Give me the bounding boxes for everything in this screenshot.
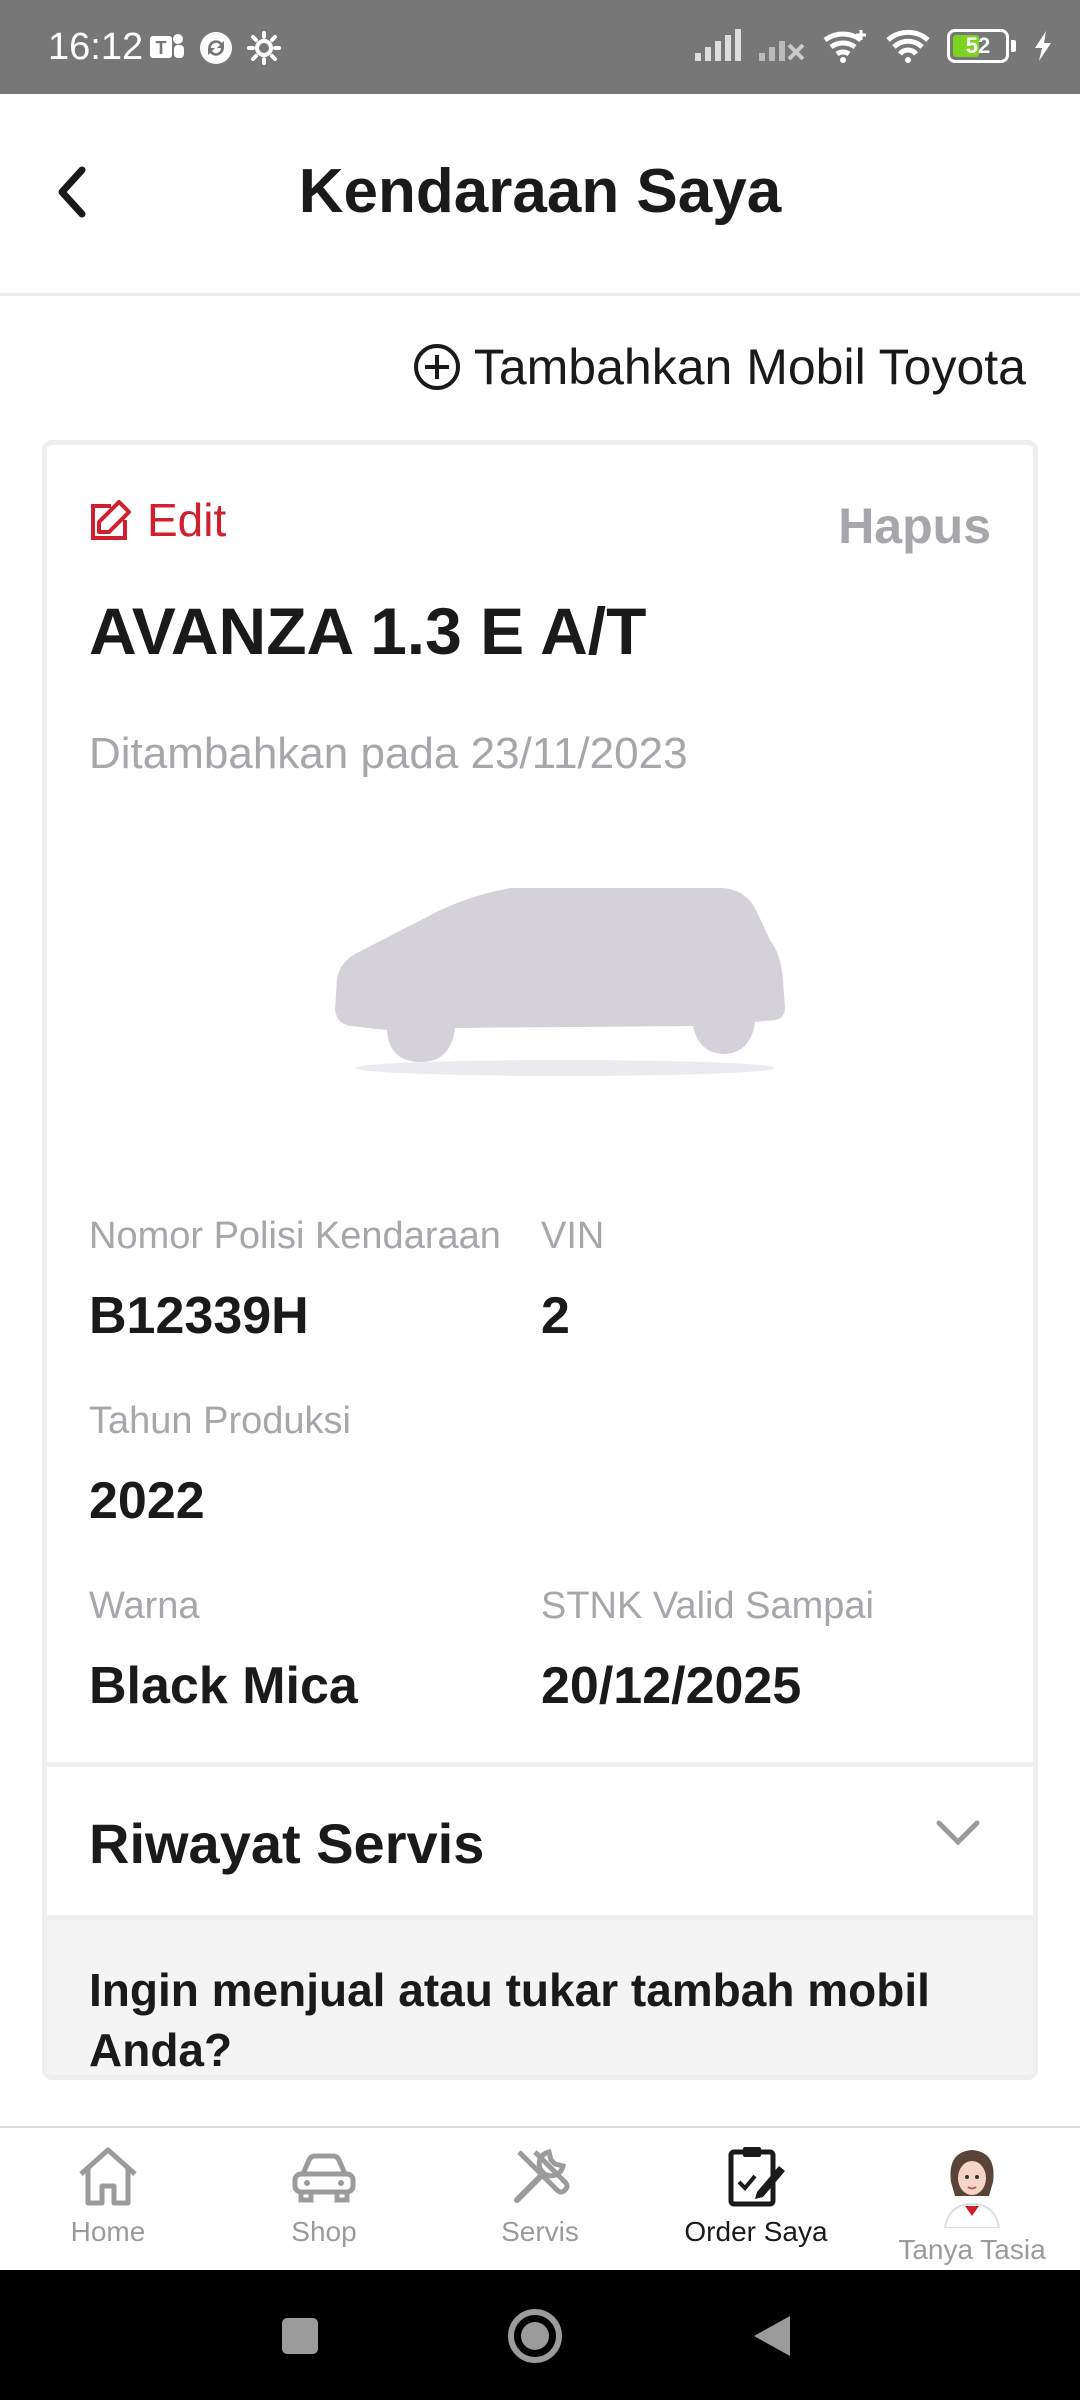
recents-button[interactable] xyxy=(270,2306,330,2366)
car-silhouette-image xyxy=(335,888,785,1076)
nav-home[interactable]: Home xyxy=(0,2128,216,2272)
color-value: Black Mica xyxy=(89,1657,358,1715)
nav-label: Shop xyxy=(291,2216,357,2247)
status-icons-right: 52 xyxy=(693,28,1054,64)
svg-text:T: T xyxy=(156,38,167,58)
assistant-avatar-icon xyxy=(943,2150,1001,2228)
sell-prompt-banner[interactable]: Ingin menjual atau tukar tambah mobil An… xyxy=(47,1920,1033,2076)
tools-icon xyxy=(514,2149,570,2203)
vehicle-card: Edit Hapus AVANZA 1.3 E A/T Ditambahkan … xyxy=(42,440,1038,2080)
nav-label: Tanya Tasia xyxy=(898,2234,1046,2265)
nav-label: Order Saya xyxy=(684,2216,828,2247)
nav-order-saya[interactable]: Order Saya xyxy=(648,2128,864,2272)
vehicle-model: AVANZA 1.3 E A/T xyxy=(89,594,647,668)
vin-label: VIN xyxy=(541,1215,605,1257)
service-history-title: Riwayat Servis xyxy=(89,1812,485,1875)
added-date: Ditambahkan pada 23/11/2023 xyxy=(89,729,688,778)
stnk-label: STNK Valid Sampai xyxy=(541,1585,874,1627)
teams-icon: T xyxy=(150,34,184,58)
stnk-field: STNK Valid Sampai 20/12/2025 xyxy=(541,1585,874,1716)
nav-label: Servis xyxy=(501,2216,579,2247)
battery-level: 52 xyxy=(965,33,991,58)
plus-circle-icon xyxy=(413,344,460,390)
sync-icon xyxy=(200,32,232,64)
vin-value: 2 xyxy=(541,1287,570,1345)
battery-nub xyxy=(1011,40,1016,52)
back-system-button[interactable] xyxy=(742,2306,802,2366)
plate-label: Nomor Polisi Kendaraan xyxy=(89,1215,501,1257)
add-car-label: Tambahkan Mobil Toyota xyxy=(473,339,1026,395)
stnk-value: 20/12/2025 xyxy=(541,1657,802,1715)
status-icons-left: T xyxy=(148,30,282,66)
nav-shop[interactable]: Shop xyxy=(216,2128,432,2272)
year-label: Tahun Produksi xyxy=(89,1400,351,1442)
bottom-nav: Home Shop Servis Order Saya Tanya Tasia xyxy=(0,2126,1080,2270)
edit-button[interactable]: Edit xyxy=(89,493,226,547)
plate-field: Nomor Polisi Kendaraan B12339H xyxy=(89,1215,501,1346)
vin-field: VIN 2 xyxy=(541,1215,604,1346)
system-navigation-bar xyxy=(0,2270,1080,2400)
add-car-button[interactable]: Tambahkan Mobil Toyota xyxy=(412,338,1026,396)
triangle-back-icon xyxy=(754,2316,790,2356)
car-icon xyxy=(292,2153,356,2203)
plate-value: B12339H xyxy=(89,1287,309,1345)
color-field: Warna Black Mica xyxy=(89,1585,358,1716)
settings-icon xyxy=(247,31,281,65)
wifi-icon xyxy=(886,29,930,63)
nav-label: Home xyxy=(70,2216,146,2247)
order-icon xyxy=(728,2147,785,2207)
service-history-toggle[interactable]: Riwayat Servis xyxy=(47,1767,1033,1917)
year-value: 2022 xyxy=(89,1472,205,1530)
app-header: Kendaraan Saya xyxy=(0,94,1080,296)
status-bar: 16:12 T 52 xyxy=(0,0,1080,94)
battery-icon: 52 xyxy=(947,29,1009,63)
chevron-down-icon xyxy=(936,1820,980,1846)
signal-icon xyxy=(695,29,741,61)
wifi-plus-icon xyxy=(823,30,866,63)
signal-x-icon xyxy=(759,41,805,61)
charging-icon xyxy=(1035,31,1051,61)
delete-button[interactable]: Hapus xyxy=(838,497,991,555)
sell-prompt-text: Ingin menjual atau tukar tambah mobil An… xyxy=(89,1964,930,2076)
circle-icon xyxy=(508,2309,562,2363)
nav-servis[interactable]: Servis xyxy=(432,2128,648,2272)
edit-icon xyxy=(91,500,131,540)
home-icon xyxy=(79,2147,137,2206)
nav-tanya-tasia[interactable]: Tanya Tasia xyxy=(864,2128,1080,2272)
edit-label: Edit xyxy=(147,494,227,546)
page-title: Kendaraan Saya xyxy=(298,157,782,226)
status-time: 16:12 xyxy=(48,26,144,68)
home-system-button[interactable] xyxy=(505,2306,565,2366)
color-label: Warna xyxy=(89,1585,200,1627)
square-icon xyxy=(282,2318,318,2354)
year-field: Tahun Produksi 2022 xyxy=(89,1400,351,1531)
